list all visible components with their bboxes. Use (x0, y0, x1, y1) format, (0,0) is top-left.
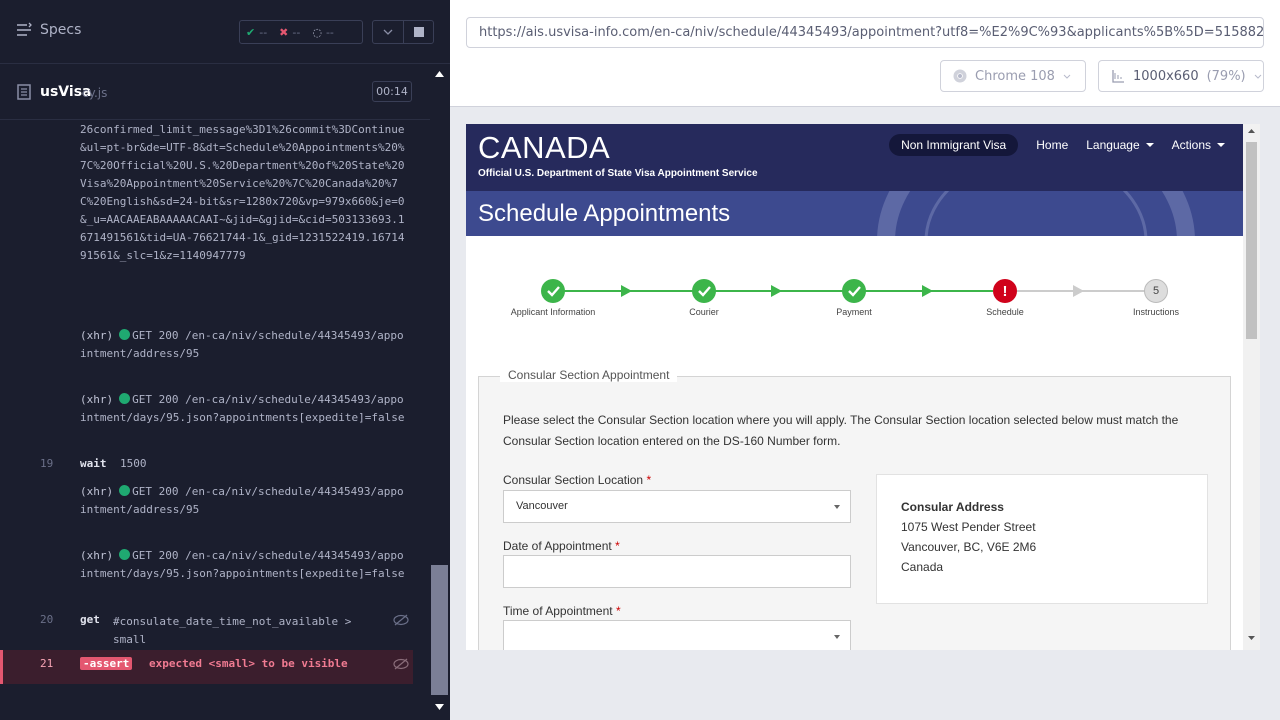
run-controls (372, 20, 434, 44)
document-icon (17, 84, 31, 100)
caret-down-icon (1217, 143, 1225, 147)
cross-icon: ✖ (279, 25, 289, 39)
arrow-right-icon (1073, 285, 1084, 297)
viewport-selector[interactable]: 1000x660 (79%) (1098, 60, 1264, 92)
title-band: U.S. VISA Schedule Appointments (466, 191, 1243, 236)
nav-language[interactable]: Language (1086, 138, 1154, 152)
status-dot-icon (119, 393, 131, 404)
eye-slash-icon (393, 658, 409, 670)
fieldset-legend: Consular Section Appointment (500, 368, 678, 382)
test-stats: ✔ -- ✖ -- ◌ -- (239, 20, 363, 44)
location-select[interactable]: Vancouver (503, 490, 851, 523)
date-input[interactable] (503, 555, 851, 588)
failed-stat: ✖ -- (279, 25, 301, 39)
chrome-icon (953, 69, 967, 83)
step-label: Schedule (986, 307, 1024, 317)
status-dot-icon (119, 485, 131, 496)
chevron-down-icon (1063, 74, 1071, 79)
cypress-reporter-panel: Specs ✔ -- ✖ -- ◌ -- usVisa cy.js 00:14 26c… (0, 0, 450, 720)
location-label: Consular Section Location * (503, 473, 652, 487)
status-dot-icon (119, 329, 131, 340)
arrow-right-icon (922, 285, 933, 297)
scroll-up-icon[interactable] (1248, 129, 1255, 133)
check-icon: ✔ (246, 25, 256, 39)
arrow-right-icon (771, 285, 782, 297)
nav-home[interactable]: Home (1036, 138, 1068, 152)
spinner-icon: ◌ (312, 25, 322, 39)
command-get[interactable]: 20 get #consulate_date_time_not_availabl… (0, 611, 413, 651)
time-label: Time of Appointment * (503, 604, 621, 618)
log-scroll-thumb[interactable] (431, 565, 448, 695)
xhr-log-entry[interactable]: (xhr) GET 200 /en-ca/niv/schedule/4434549… (80, 547, 410, 583)
address-line: Vancouver, BC, V6E 2M6 (901, 540, 1037, 554)
url-bar[interactable]: https://ais.usvisa-info.com/en-ca/niv/sc… (466, 17, 1264, 48)
aut-iframe: CANADA Official U.S. Department of State… (466, 124, 1260, 650)
select-arrow-icon (834, 635, 840, 639)
scroll-down-icon[interactable] (435, 704, 444, 710)
site-nav: Non Immigrant Visa Home Language Actions (889, 134, 1225, 156)
page-title: Schedule Appointments (478, 200, 731, 227)
menu-icon (17, 22, 32, 36)
scroll-up-icon[interactable] (435, 71, 444, 77)
run-timer: 00:14 (372, 81, 412, 102)
brand-title[interactable]: CANADA (478, 130, 610, 166)
xhr-log-entry[interactable]: (xhr) GET 200 /en-ca/niv/schedule/4434549… (80, 483, 410, 519)
log-text-continued: 26confirmed_limit_message%3D1%26commit%3… (80, 123, 405, 262)
step-number: 5 (1144, 279, 1168, 303)
specs-label: Specs (40, 22, 82, 38)
ruler-icon (1112, 70, 1124, 83)
step-label: Instructions (1132, 307, 1180, 317)
check-icon (692, 279, 716, 303)
command-log: 26confirmed_limit_message%3D1%26commit%3… (0, 120, 413, 690)
us-visa-seal-graphic: U.S. VISA (877, 191, 1195, 236)
specs-toggle-button[interactable]: Specs (16, 22, 81, 38)
instructions-text: Please select the Consular Section locat… (503, 413, 1179, 448)
date-label: Date of Appointment * (503, 539, 620, 553)
xhr-log-entry[interactable]: (xhr) GET 200 /en-ca/niv/schedule/4434549… (80, 391, 410, 427)
iframe-scroll-thumb[interactable] (1246, 142, 1257, 339)
select-arrow-icon (834, 505, 840, 509)
chevron-down-icon (1254, 74, 1261, 79)
address-line: 1075 West Pender Street (901, 520, 1036, 534)
spec-extension: cy.js (82, 86, 108, 100)
progress-steps: Applicant Information Courier Payment ! … (466, 274, 1243, 324)
exclamation-icon: ! (993, 279, 1017, 303)
stop-icon[interactable] (403, 21, 433, 43)
status-dot-icon (119, 549, 131, 560)
nav-actions[interactable]: Actions (1172, 138, 1225, 152)
command-assert-failed[interactable]: 21 -assert expected <small> to be visibl… (0, 650, 413, 684)
address-heading: Consular Address (901, 500, 1004, 514)
caret-down-icon (1145, 143, 1154, 147)
brand-subtitle: Official U.S. Department of State Visa A… (478, 168, 758, 179)
eye-slash-icon (393, 614, 409, 626)
passed-stat: ✔ -- (246, 25, 268, 39)
address-line: Canada (901, 560, 944, 574)
check-icon (842, 279, 866, 303)
step-label: Courier (689, 307, 719, 317)
check-icon (541, 279, 565, 303)
xhr-log-entry[interactable]: (xhr) GET 200 /en-ca/niv/schedule/4434549… (80, 327, 410, 363)
reporter-header: Specs ✔ -- ✖ -- ◌ -- (0, 0, 450, 64)
scroll-down-icon[interactable] (1248, 636, 1255, 640)
site-header: CANADA Official U.S. Department of State… (466, 124, 1243, 191)
chevron-down-icon[interactable] (373, 21, 403, 43)
arrow-right-icon (621, 285, 632, 297)
nav-non-immigrant-visa[interactable]: Non Immigrant Visa (889, 134, 1019, 156)
step-label: Applicant Information (510, 307, 596, 317)
consular-appointment-fieldset: Consular Section Appointment Please sele… (478, 368, 1231, 650)
step-label: Payment (836, 307, 872, 317)
pending-stat: ◌ -- (312, 25, 334, 39)
consular-address-card: Consular Address 1075 West Pender Street… (876, 474, 1208, 604)
browser-selector[interactable]: Chrome 108 (940, 60, 1086, 92)
time-select[interactable] (503, 620, 851, 650)
